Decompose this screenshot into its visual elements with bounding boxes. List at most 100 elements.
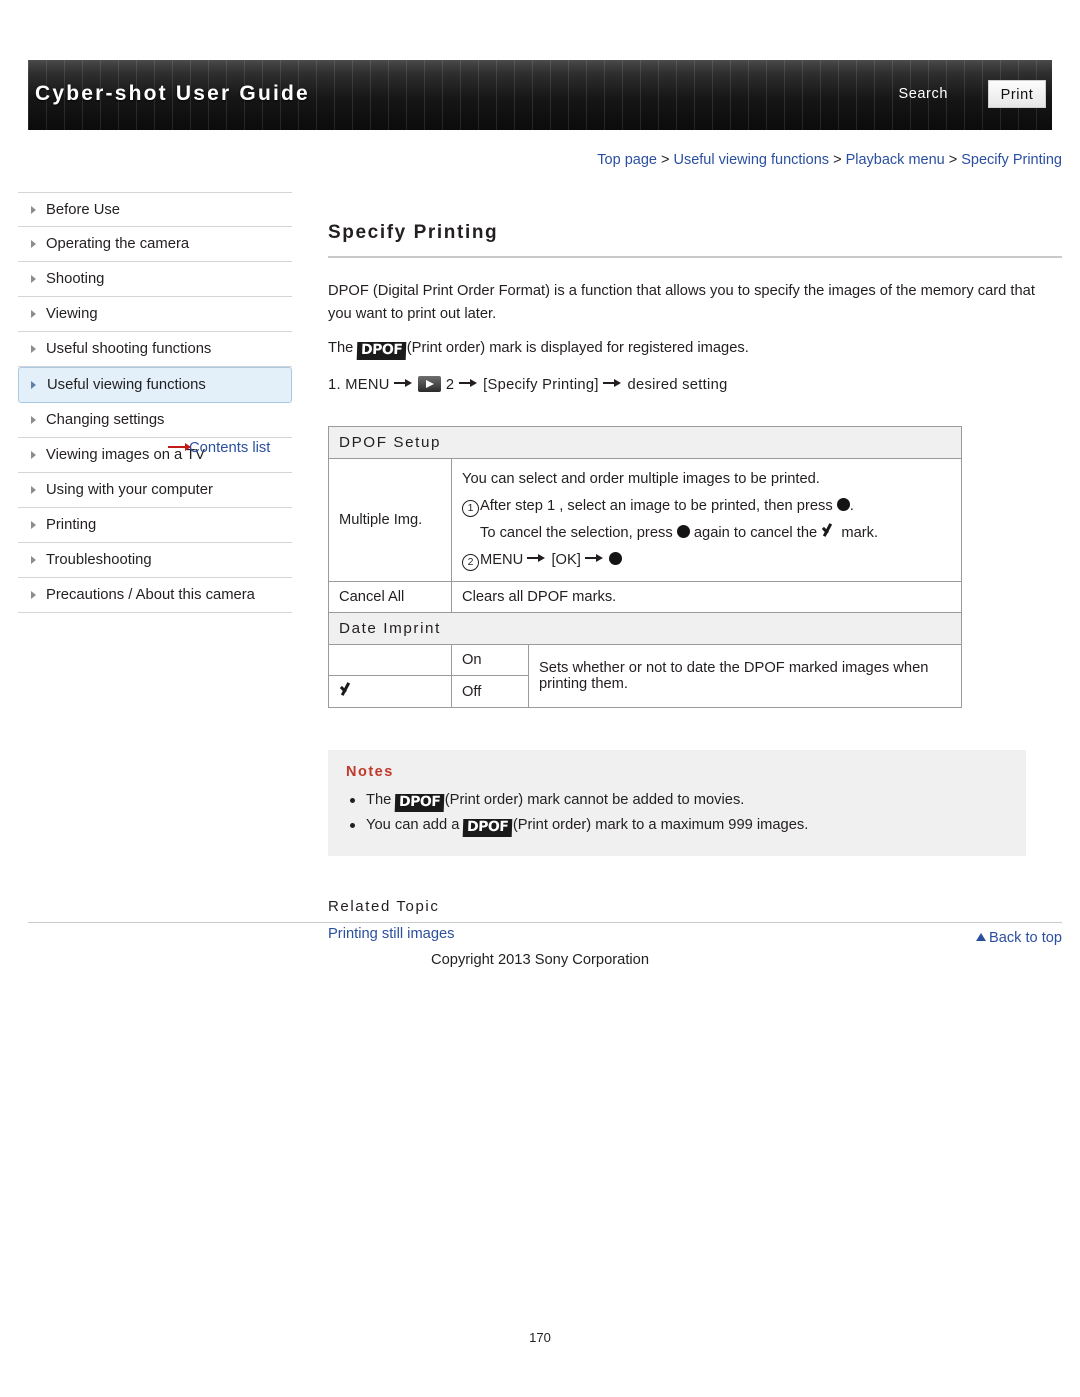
center-button-icon [609,552,623,565]
sidebar-item-viewing[interactable]: Viewing [18,297,292,332]
arrow-right-icon [527,553,547,563]
breadcrumb-item-specify-printing[interactable]: Specify Printing [961,152,1062,168]
step-screen-number: 2 [445,377,455,393]
table-section-date-imprint: Date Imprint [328,612,962,645]
multiple-img-line4-menu: MENU [480,552,524,568]
sidebar-item-label: Shooting [46,271,105,287]
step-bracket-label: [Specify Printing] [483,377,599,393]
copyright-text: Copyright 2013 Sony Corporation [431,952,649,968]
table-section-dpof-setup: DPOF Setup [328,426,962,459]
step-tail-label: desired setting [627,377,728,393]
arrow-right-icon [458,378,479,388]
circled-number-1-icon: 1 [462,500,479,517]
step-number: 1. [328,377,341,393]
chevron-right-icon [31,591,36,599]
contents-list-label: Contents list [189,440,271,456]
dpof-mark-paragraph-pre: The [328,340,354,356]
back-to-top-label: Back to top [988,930,1062,946]
note-item-1-post: (Print order) mark cannot be added to mo… [444,792,745,808]
page-number: 170 [529,1330,551,1345]
notes-box: Notes The DPOF (Print order) mark cannot … [328,750,1026,856]
chevron-right-icon [31,451,36,459]
multiple-img-line3: To cancel the selection, press again to … [462,520,878,547]
multiple-img-line3-end: mark. [841,525,879,541]
dpof-mark-paragraph: The DPOF (Print order) mark is displayed … [328,336,1062,361]
chevron-right-icon [31,275,36,283]
chevron-right-icon [31,310,36,318]
breadcrumb-separator: > [829,152,846,168]
multiple-img-line2: 1 After step 1 , select an image to be pr… [462,493,951,520]
multiple-img-line3-text: To cancel the selection, press [480,525,673,541]
date-imprint-on-label: On [451,644,529,676]
table-section-row: DPOF Setup [328,426,962,459]
sidebar-item-label: Troubleshooting [46,552,152,568]
note-item-1-pre: The [366,792,392,808]
row-desc-cancel-all: Clears all DPOF marks. [451,581,962,613]
multiple-img-line3-mid: again to cancel the [693,525,818,541]
center-button-icon [836,498,850,511]
sidebar-item-operating-the-camera[interactable]: Operating the camera [18,227,292,262]
breadcrumb-item-playback-menu[interactable]: Playback menu [846,152,945,168]
app-title: Cyber-shot User Guide [35,82,310,105]
sidebar-item-before-use[interactable]: Before Use [18,192,292,227]
sidebar-item-label: Before Use [46,202,121,218]
chevron-right-icon [31,556,36,564]
row-desc-multiple-img: You can select and order multiple images… [451,458,962,582]
intro-paragraph: DPOF (Digital Print Order Format) is a f… [328,283,1035,322]
check-mark-icon [339,683,355,699]
multiple-img-line1: You can select and order multiple images… [462,471,820,487]
header-banner: Cyber-shot User Guide Search Print [28,60,1052,130]
chevron-right-icon [31,206,36,214]
sidebar-item-printing[interactable]: Printing [18,508,292,543]
sidebar-item-precautions-about-this-camera[interactable]: Precautions / About this camera [18,578,292,613]
chevron-right-icon [31,486,36,494]
center-button-icon [676,525,690,538]
table-row: On Sets whether or not to date the DPOF … [328,644,962,708]
note-item-1: The DPOF (Print order) mark cannot be add… [346,788,1008,813]
chevron-right-icon [31,345,36,353]
sidebar-item-shooting[interactable]: Shooting [18,262,292,297]
sidebar-item-useful-shooting-functions[interactable]: Useful shooting functions [18,332,292,367]
arrow-right-icon [603,378,623,388]
dpof-mark-paragraph-post: (Print order) mark is displayed for regi… [406,340,749,356]
arrow-right-icon [394,378,414,388]
step-menu-label: MENU [345,377,390,393]
table-row: Multiple Img. You can select and order m… [328,458,962,582]
menu-step: 1. MENU 2 [Specify Printing] desired set… [328,373,1062,398]
note-item-2-post: (Print order) mark to a maximum 999 imag… [512,817,809,833]
sidebar-item-changing-settings[interactable]: Changing settings [18,403,292,438]
breadcrumb-separator: > [944,152,962,168]
chevron-right-icon [31,240,36,248]
sidebar-item-useful-viewing-functions[interactable]: Useful viewing functions [18,367,292,403]
sidebar-item-label: Printing [46,517,97,533]
sidebar-item-label: Precautions / About this camera [46,587,255,603]
search-button[interactable]: Search [898,86,948,102]
breadcrumb-item-top-page[interactable]: Top page [597,152,657,168]
chevron-right-icon [31,521,36,529]
back-to-top-link[interactable]: Back to top [28,930,1062,946]
multiple-img-line4-ok: [OK] [551,552,581,568]
sidebar-item-using-with-your-computer[interactable]: Using with your computer [18,473,292,508]
check-mark-icon [821,524,837,540]
print-button[interactable]: Print [988,80,1046,108]
breadcrumb: Top page > Useful viewing functions > Pl… [28,152,1062,168]
sidebar-item-troubleshooting[interactable]: Troubleshooting [18,543,292,578]
date-imprint-description: Sets whether or not to date the DPOF mar… [528,644,962,708]
contents-list-link[interactable]: Contents list [168,440,270,456]
date-imprint-off-check [328,675,452,708]
notes-title: Notes [346,764,394,780]
sidebar-nav: Before Use Operating the camera Shooting… [18,192,292,613]
sidebar-item-label: Useful shooting functions [46,341,212,357]
breadcrumb-item-useful-viewing-functions[interactable]: Useful viewing functions [673,152,829,168]
multiple-img-line2-end: . [849,498,854,514]
multiple-img-line4: 2 MENU [OK] [462,547,951,574]
related-topic-heading: Related Topic [328,898,440,915]
table-row: Cancel All Clears all DPOF marks. [328,581,962,613]
sidebar-item-label: Viewing [46,306,98,322]
row-label-multiple-img: Multiple Img. [328,458,452,582]
triangle-up-icon [975,933,986,941]
multiple-img-line2-text: After step 1 , select an image to be pri… [480,498,833,514]
date-imprint-on-check [328,644,452,676]
dpof-logo-icon: DPOF [395,794,446,812]
sidebar-item-label: Operating the camera [46,236,190,252]
